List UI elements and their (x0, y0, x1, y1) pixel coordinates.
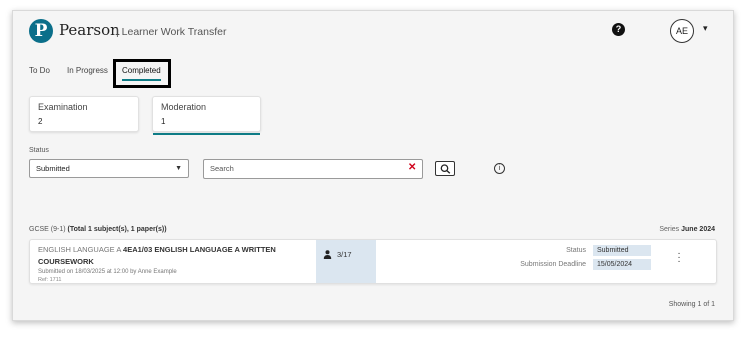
series-value: June 2024 (681, 226, 715, 233)
header: P Pearson | Learner Work Transfer ? AE ▾ (13, 11, 733, 61)
tab-focus-outline (113, 59, 171, 88)
progress-count: 3/17 (337, 250, 352, 259)
pagination-summary: Showing 1 of 1 (668, 301, 715, 308)
submitted-on: Submitted on 18/03/2025 at 12:00 by Anne… (38, 269, 177, 275)
help-icon[interactable]: ? (612, 23, 625, 36)
card-examination-label: Examination (38, 102, 88, 112)
info-icon[interactable]: i (494, 163, 505, 174)
card-moderation-count: 1 (161, 117, 166, 126)
avatar[interactable]: AE (670, 19, 694, 43)
search-icon (440, 164, 451, 174)
person-icon (323, 250, 332, 259)
learner-progress: 3/17 (316, 240, 376, 283)
group-prefix: GCSE (9-1) (29, 226, 66, 233)
tab-to-do[interactable]: To Do (29, 66, 50, 75)
series-label: Series (659, 226, 680, 233)
status-select-value: Submitted (36, 164, 70, 173)
app-window: P Pearson | Learner Work Transfer ? AE ▾… (12, 10, 734, 321)
status-select[interactable]: Submitted ▼ (29, 159, 189, 178)
card-active-underline (153, 133, 260, 135)
card-moderation[interactable]: Moderation 1 (152, 96, 261, 135)
status-filter-label: Status (29, 147, 49, 154)
app-title: | Learner Work Transfer (116, 26, 227, 38)
search-button[interactable] (435, 161, 455, 176)
subject-title: ENGLISH LANGUAGE A 4EA1/03 ENGLISH LANGU… (38, 244, 298, 268)
tab-in-progress[interactable]: In Progress (67, 66, 108, 75)
clear-icon[interactable]: ✕ (408, 162, 416, 173)
qualification-group-title: GCSE (9-1) (Total 1 subject(s), 1 paper(… (29, 226, 167, 233)
subject-prefix: ENGLISH LANGUAGE A (38, 245, 121, 254)
pearson-logo-icon[interactable]: P (29, 19, 53, 43)
card-examination[interactable]: Examination 2 (29, 96, 139, 132)
row-status-value: Submitted (593, 245, 651, 256)
chevron-down-icon[interactable]: ▾ (703, 23, 708, 34)
series-info: Series June 2024 (659, 226, 715, 233)
deadline-value: 15/05/2024 (593, 259, 651, 270)
row-status-label: Status (566, 247, 586, 254)
brand-name: Pearson (59, 21, 120, 39)
group-summary: (Total 1 subject(s), 1 paper(s)) (67, 226, 167, 233)
card-moderation-label: Moderation (161, 102, 207, 112)
more-options-icon[interactable]: · · · (676, 249, 682, 267)
deadline-label: Submission Deadline (520, 261, 586, 268)
list-item[interactable]: ENGLISH LANGUAGE A 4EA1/03 ENGLISH LANGU… (29, 239, 717, 284)
search-input[interactable]: Search (203, 159, 423, 179)
card-examination-count: 2 (38, 117, 43, 126)
reference: Ref: 1711 (38, 277, 62, 283)
chevron-down-icon: ▼ (175, 165, 182, 172)
